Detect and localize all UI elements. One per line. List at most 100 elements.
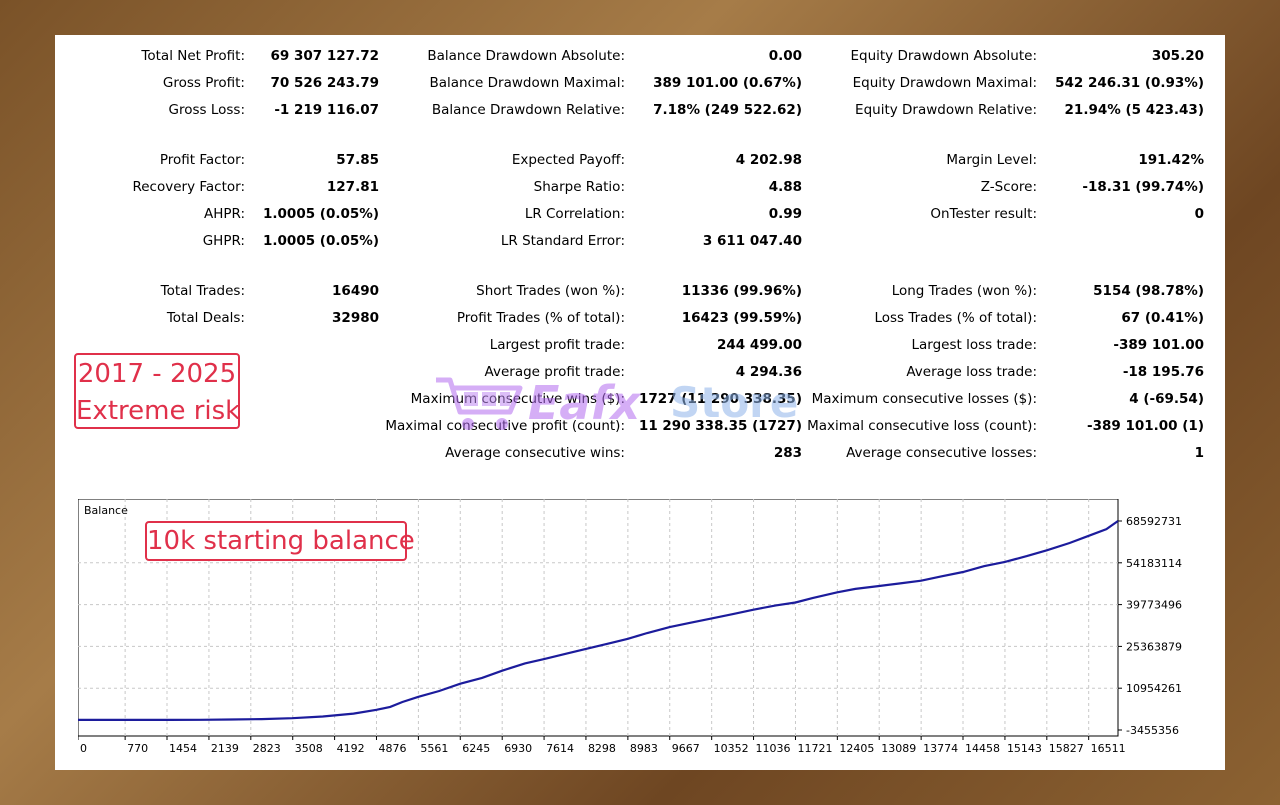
x-tick-label: 15827: [1049, 742, 1084, 754]
x-tick-label: 15143: [1007, 742, 1042, 754]
stat-value: 1727 (11 290 338.35): [638, 391, 802, 407]
stat-label: Maximal consecutive loss (count):: [807, 418, 1037, 434]
x-tick-label: 9667: [672, 742, 700, 754]
x-tick-label: 4192: [337, 742, 365, 754]
x-tick-label: 770: [127, 742, 148, 754]
stat-value: 542 246.31 (0.93%): [1055, 75, 1204, 91]
stat-label: Maximum consecutive wins ($):: [410, 391, 625, 407]
x-tick-label: 7614: [546, 742, 574, 754]
stat-label: Gross Loss:: [168, 102, 246, 118]
stat-label: Equity Drawdown Relative:: [855, 102, 1037, 118]
stat-label: Long Trades (won %):: [891, 283, 1037, 299]
period-annotation-line2: Extreme risk: [76, 396, 241, 426]
stat-label: Total Trades:: [160, 283, 245, 299]
stat-label: GHPR:: [202, 233, 245, 249]
stat-value: 0.99: [768, 206, 802, 222]
x-tick-label: 3508: [295, 742, 323, 754]
stat-label: Expected Payoff:: [511, 152, 625, 168]
stat-value: 7.18% (249 522.62): [653, 102, 802, 118]
x-tick-label: 6930: [504, 742, 532, 754]
stat-label: LR Standard Error:: [500, 233, 625, 249]
stat-label: AHPR:: [203, 206, 245, 222]
stat-label: Average consecutive wins:: [445, 445, 625, 461]
stat-label: Gross Profit:: [162, 75, 245, 91]
x-axis-ticks: 0 770 1454 2139 2823 3508 4192 4876 5561 6245 6930…: [78, 736, 1126, 754]
x-tick-label: 4876: [378, 742, 406, 754]
stat-value: 1: [1194, 445, 1204, 461]
y-tick-label: 68592731: [1126, 515, 1182, 528]
stat-value: -389 101.00 (1): [1086, 418, 1204, 434]
x-tick-label: 12405: [839, 742, 874, 754]
x-tick-label: 2823: [253, 742, 281, 754]
stat-value: 305.20: [1151, 48, 1204, 64]
stat-label: Average loss trade:: [906, 364, 1037, 380]
stat-label: Maximal consecutive profit (count):: [385, 418, 625, 434]
chart-title: Balance: [84, 504, 128, 517]
x-tick-label: 14458: [965, 742, 1000, 754]
x-tick-label: 6245: [462, 742, 490, 754]
stat-label: Largest loss trade:: [911, 337, 1037, 353]
stat-value: 11336 (99.96%): [681, 283, 802, 299]
period-annotation: 2017 - 2025 Extreme risk: [74, 353, 240, 429]
stat-value: 389 101.00 (0.67%): [653, 75, 802, 91]
stat-label: Equity Drawdown Absolute:: [850, 48, 1037, 64]
stat-label: Balance Drawdown Relative:: [431, 102, 625, 118]
x-tick-label: 11036: [756, 742, 791, 754]
balance-annotation: 10k starting balance: [145, 521, 415, 561]
stat-value: 4 294.36: [735, 364, 802, 380]
stat-label: Equity Drawdown Maximal:: [852, 75, 1037, 91]
stat-value: 0.00: [768, 48, 802, 64]
y-tick-label: 54183114: [1126, 557, 1182, 570]
stat-value: -18 195.76: [1122, 364, 1204, 380]
stat-label: Loss Trades (% of total):: [874, 310, 1037, 326]
x-tick-label: 13774: [923, 742, 958, 754]
x-tick-label: 16511: [1091, 742, 1126, 754]
stat-value: 191.42%: [1138, 152, 1204, 168]
stat-label: Profit Trades (% of total):: [456, 310, 625, 326]
stat-label: Maximum consecutive losses ($):: [811, 391, 1037, 407]
stat-label: Balance Drawdown Absolute:: [427, 48, 625, 64]
stat-value: 283: [773, 445, 802, 461]
stat-value: 21.94% (5 423.43): [1064, 102, 1204, 118]
stat-value: 11 290 338.35 (1727): [638, 418, 802, 434]
x-tick-label: 11721: [797, 742, 832, 754]
stat-label: Sharpe Ratio:: [533, 179, 625, 195]
y-tick-label: 25363879: [1126, 640, 1182, 653]
y-tick-label: 39773496: [1126, 599, 1182, 612]
stat-value: 244 499.00: [717, 337, 802, 353]
x-tick-label: 13089: [881, 742, 916, 754]
stat-value: -18.31 (99.74%): [1082, 179, 1204, 195]
stat-label: OnTester result:: [930, 206, 1037, 222]
x-tick-label: 2139: [211, 742, 239, 754]
x-tick-label: 8298: [588, 742, 616, 754]
stat-value: 5154 (98.78%): [1093, 283, 1204, 299]
y-tick-label: -3455356: [1126, 724, 1179, 737]
stat-label: Short Trades (won %):: [476, 283, 625, 299]
stat-value: 4 202.98: [735, 152, 802, 168]
x-tick-label: 8983: [630, 742, 658, 754]
stat-label: Largest profit trade:: [489, 337, 625, 353]
x-tick-label: 10352: [714, 742, 749, 754]
y-axis-ticks: -3455356 10954261 25363879 39773496 54183114…: [1118, 515, 1182, 737]
stat-label: Balance Drawdown Maximal:: [429, 75, 626, 91]
stat-value: 3 611 047.40: [702, 233, 802, 249]
stat-label: Total Deals:: [166, 310, 245, 326]
y-tick-label: 10954261: [1126, 682, 1182, 695]
stat-label: Margin Level:: [946, 152, 1037, 168]
stat-value: 0: [1194, 206, 1204, 222]
stat-label: Total Net Profit:: [141, 48, 245, 64]
stat-value: -389 101.00: [1113, 337, 1204, 353]
period-annotation-line1: 2017 - 2025: [77, 359, 237, 389]
x-tick-label: 5561: [420, 742, 448, 754]
stat-label: Profit Factor:: [159, 152, 245, 168]
stat-value: 4 (-69.54): [1129, 391, 1204, 407]
stat-value: 4.88: [768, 179, 802, 195]
stat-label: LR Correlation:: [524, 206, 625, 222]
stat-label: Recovery Factor:: [132, 179, 245, 195]
stat-label: Z-Score:: [980, 179, 1037, 195]
stat-value: 67 (0.41%): [1121, 310, 1204, 326]
x-tick-label: 1454: [169, 742, 197, 754]
x-tick-label: 0: [80, 742, 87, 754]
stat-value: 16423 (99.59%): [681, 310, 802, 326]
stat-label: Average consecutive losses:: [846, 445, 1037, 461]
